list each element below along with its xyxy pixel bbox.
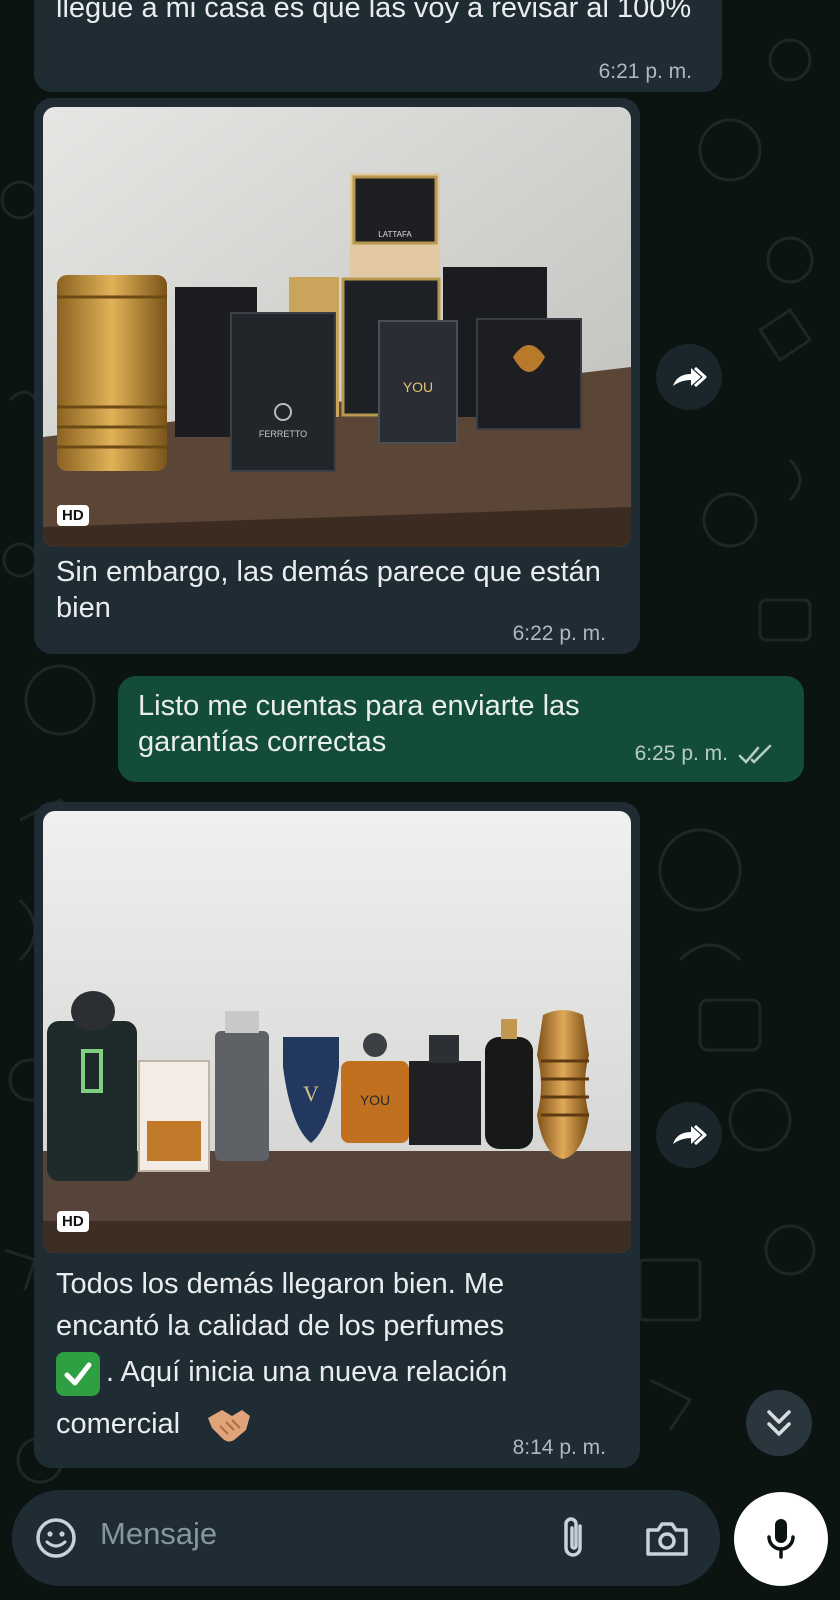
forward-icon [673, 366, 707, 388]
message-input[interactable]: Mensaje [100, 1516, 217, 1552]
hd-badge: HD [57, 505, 89, 526]
message-bubble-incoming[interactable]: llegue a mi casa es que las voy a revisa… [34, 0, 722, 92]
message-text: llegue a mi casa es que las voy a revisa… [56, 0, 692, 24]
chevron-double-down-icon [767, 1410, 791, 1436]
box-label-ferretto: FERRETTO [259, 429, 307, 439]
box-label-lattafa: LATTAFA [378, 230, 412, 239]
message-time: 6:25 p. m. [634, 742, 728, 765]
scroll-to-bottom-button[interactable] [746, 1390, 812, 1456]
handshake-icon [208, 1410, 250, 1442]
perfume-bottles-photo[interactable]: V YOU HD [43, 811, 631, 1253]
message-time: 8:14 p. m. [512, 1436, 606, 1459]
double-check-icon [738, 744, 772, 764]
box-label-you: YOU [403, 379, 433, 395]
perfume-boxes-photo[interactable]: FERRETTO LATTAFA YOU HD [43, 107, 631, 547]
camera-icon[interactable] [644, 1518, 690, 1558]
white-check-mark-icon [56, 1352, 100, 1396]
bottle-label-you: YOU [360, 1092, 390, 1108]
message-composer: Mensaje [12, 1490, 720, 1586]
forward-button[interactable] [656, 344, 722, 410]
microphone-button[interactable] [734, 1492, 828, 1586]
perfume-boxes-image: FERRETTO LATTAFA YOU [43, 107, 631, 547]
image-caption-line-2: encantó la calidad de los perfumes [56, 1310, 505, 1342]
sticker-icon[interactable] [34, 1516, 78, 1560]
forward-icon [673, 1124, 707, 1146]
hd-badge: HD [57, 1211, 89, 1232]
message-time: 6:22 p. m. [512, 622, 606, 645]
message-text: Listo me cuentas para enviarte las garan… [138, 690, 580, 758]
message-bubble-outgoing[interactable]: Listo me cuentas para enviarte las garan… [118, 676, 804, 782]
forward-button[interactable] [656, 1102, 722, 1168]
paperclip-icon[interactable] [556, 1514, 590, 1562]
image-caption: Sin embargo, las demás parece que están … [56, 556, 601, 624]
message-time: 6:21 p. m. [598, 60, 692, 83]
image-caption-line-1: Todos los demás llegaron bien. Me [56, 1268, 505, 1300]
image-message-bubble[interactable]: V YOU HD Todos los demás llegaron bien. … [34, 802, 640, 1468]
image-message-bubble[interactable]: FERRETTO LATTAFA YOU HD Sin embargo, las… [34, 98, 640, 654]
microphone-icon [767, 1519, 795, 1559]
bottle-label-v: V [303, 1081, 319, 1106]
image-caption-line-3: . Aquí inicia una nueva relación [106, 1356, 508, 1388]
perfume-bottles-image: V YOU [43, 811, 631, 1253]
